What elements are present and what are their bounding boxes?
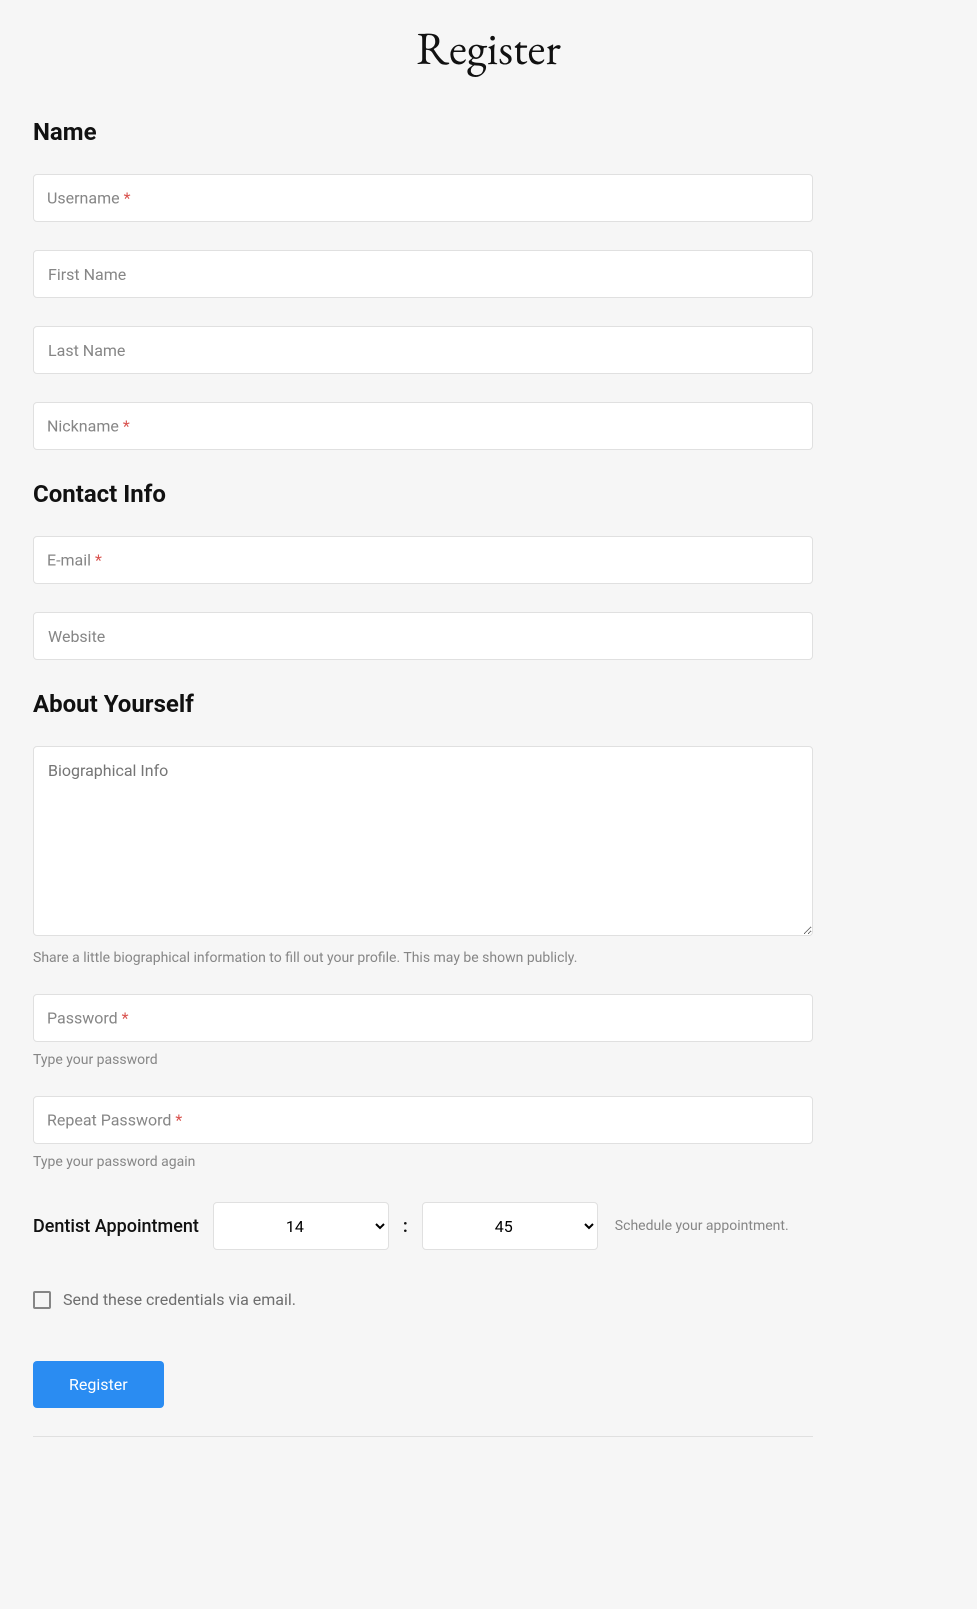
bio-help: Share a little biographical information … [33,950,813,966]
password-help: Type your password [33,1052,813,1068]
appointment-help: Schedule your appointment. [615,1218,789,1234]
time-colon: : [403,1216,408,1237]
send-email-checkbox[interactable] [33,1291,51,1309]
bio-textarea[interactable] [33,746,813,936]
repeat-password-input[interactable] [33,1096,813,1144]
field-repeat-password: Repeat Password * Type your password aga… [33,1096,813,1170]
register-form: Name Username * Nickname * Contact Info [33,118,813,1437]
appointment-minute-select[interactable]: 45 [422,1202,598,1250]
field-email: E-mail * [33,536,813,584]
field-username: Username * [33,174,813,222]
send-email-row: Send these credentials via email. [33,1290,813,1309]
appointment-label: Dentist Appointment [33,1216,199,1237]
divider [33,1436,813,1437]
repeat-password-help: Type your password again [33,1154,813,1170]
nickname-input[interactable] [33,402,813,450]
website-input[interactable] [33,612,813,660]
first-name-input[interactable] [33,250,813,298]
section-heading-contact: Contact Info [33,480,813,508]
field-last-name [33,326,813,374]
last-name-input[interactable] [33,326,813,374]
send-email-label: Send these credentials via email. [63,1290,296,1309]
username-input[interactable] [33,174,813,222]
register-button[interactable]: Register [33,1361,164,1408]
field-bio: Share a little biographical information … [33,746,813,966]
section-heading-name: Name [33,118,813,146]
field-first-name [33,250,813,298]
field-nickname: Nickname * [33,402,813,450]
appointment-hour-select[interactable]: 14 [213,1202,389,1250]
field-password: Password * Type your password [33,994,813,1068]
section-heading-about: About Yourself [33,690,813,718]
appointment-row: Dentist Appointment 14 : 45 Schedule you… [33,1202,813,1250]
email-input[interactable] [33,536,813,584]
field-website [33,612,813,660]
password-input[interactable] [33,994,813,1042]
page-title: Register [0,18,977,78]
